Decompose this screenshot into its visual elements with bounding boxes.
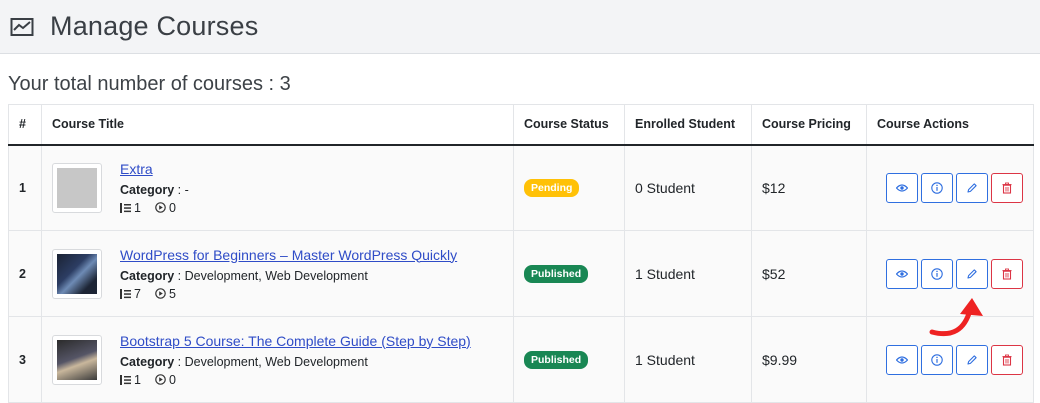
- page-header: Manage Courses: [0, 0, 1040, 54]
- status-badge: Published: [524, 265, 589, 283]
- pencil-icon: [967, 354, 977, 365]
- pencil-icon: [967, 268, 977, 279]
- enrolled-cell: 1 Student: [624, 316, 752, 403]
- trash-icon: [1002, 182, 1012, 194]
- status-badge: Published: [524, 351, 589, 369]
- video-count: 0: [168, 372, 176, 387]
- delete-button[interactable]: [991, 344, 1023, 375]
- table-row: 1 Extra Category : - 1 0 Pending 0 Stude…: [8, 144, 1034, 231]
- trash-icon: [1002, 268, 1012, 280]
- eye-icon: [896, 184, 908, 192]
- row-number: 3: [8, 316, 42, 403]
- course-thumbnail[interactable]: [52, 334, 102, 385]
- lessons-list-icon: [120, 288, 131, 299]
- info-button[interactable]: [921, 344, 953, 375]
- info-icon: [931, 267, 943, 280]
- chart-line-icon: [10, 14, 36, 40]
- category-label: Category: [120, 354, 175, 369]
- video-play-icon: [155, 288, 166, 299]
- course-cell: WordPress for Beginners – Master WordPre…: [41, 230, 514, 317]
- lessons-list-icon: [120, 202, 131, 213]
- view-button[interactable]: [886, 258, 918, 289]
- table-row: 2 WordPress for Beginners – Master WordP…: [8, 230, 1034, 317]
- edit-button[interactable]: [956, 258, 988, 289]
- video-play-icon: [155, 202, 166, 214]
- annotation-arrow-icon: [929, 298, 983, 337]
- info-icon: [931, 182, 943, 194]
- edit-button[interactable]: [956, 172, 988, 203]
- course-title-link[interactable]: WordPress for Beginners – Master WordPre…: [120, 247, 457, 263]
- eye-icon: [896, 355, 908, 364]
- course-title-link[interactable]: Bootstrap 5 Course: The Complete Guide (…: [120, 333, 471, 349]
- actions-cell: [866, 144, 1034, 231]
- delete-button[interactable]: [991, 258, 1023, 289]
- table-header-row: # Course Title Course Status Enrolled St…: [8, 104, 1034, 146]
- course-category: Category : -: [120, 183, 190, 197]
- course-title-link[interactable]: Extra: [120, 161, 190, 177]
- column-header-pricing: Course Pricing: [751, 104, 867, 146]
- info-button[interactable]: [921, 258, 953, 289]
- course-cell: Bootstrap 5 Course: The Complete Guide (…: [41, 316, 514, 403]
- column-header-enrolled: Enrolled Student: [624, 104, 752, 146]
- category-value: : -: [174, 182, 189, 197]
- status-cell: Pending: [513, 144, 625, 231]
- video-play-icon: [155, 374, 166, 385]
- category-label: Category: [120, 182, 175, 197]
- row-number: 2: [8, 230, 42, 317]
- category-label: Category: [120, 268, 175, 283]
- view-button[interactable]: [886, 172, 918, 203]
- column-header-number: #: [8, 104, 42, 146]
- price-cell: $12: [751, 144, 867, 231]
- price-cell: $9.99: [751, 316, 867, 403]
- page-title: Manage Courses: [50, 11, 259, 41]
- category-value: : Development, Web Development: [174, 268, 368, 283]
- status-cell: Published: [513, 316, 625, 403]
- column-header-status: Course Status: [513, 104, 625, 146]
- course-category: Category : Development, Web Development: [120, 355, 471, 369]
- course-cell: Extra Category : - 1 0: [41, 144, 514, 231]
- trash-icon: [1002, 354, 1012, 366]
- info-button[interactable]: [921, 172, 953, 203]
- category-value: : Development, Web Development: [174, 354, 368, 369]
- course-count-summary: Your total number of courses : 3: [8, 73, 291, 95]
- course-category: Category : Development, Web Development: [120, 269, 457, 283]
- status-cell: Published: [513, 230, 625, 317]
- table-row: 3 Bootstrap 5 Course: The Complete Guide…: [8, 316, 1034, 403]
- pencil-icon: [967, 183, 977, 193]
- course-thumbnail[interactable]: [52, 248, 102, 299]
- view-button[interactable]: [886, 344, 918, 375]
- price-cell: $52: [751, 230, 867, 317]
- eye-icon: [896, 269, 908, 278]
- video-count: 5: [168, 286, 176, 301]
- lesson-count: 1: [134, 372, 141, 387]
- info-icon: [931, 353, 943, 366]
- column-header-title: Course Title: [41, 104, 514, 146]
- lesson-count: 1: [134, 200, 141, 215]
- row-number: 1: [8, 144, 42, 231]
- enrolled-cell: 0 Student: [624, 144, 752, 231]
- course-thumbnail[interactable]: [52, 162, 102, 213]
- enrolled-cell: 1 Student: [624, 230, 752, 317]
- delete-button[interactable]: [991, 172, 1023, 203]
- status-badge: Pending: [524, 179, 580, 198]
- lessons-list-icon: [120, 374, 131, 385]
- lesson-count: 7: [134, 286, 141, 301]
- courses-table: # Course Title Course Status Enrolled St…: [8, 104, 1034, 403]
- edit-button[interactable]: [956, 344, 988, 375]
- column-header-actions: Course Actions: [866, 104, 1034, 146]
- video-count: 0: [168, 200, 176, 215]
